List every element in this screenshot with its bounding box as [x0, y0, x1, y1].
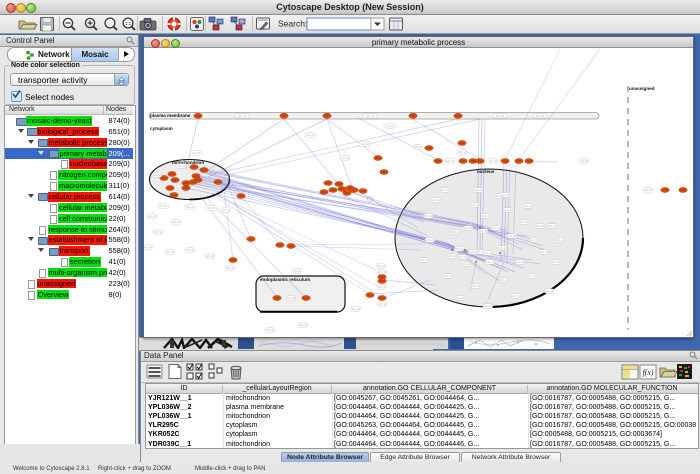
- svg-text:GO-nd: GO-nd: [352, 307, 361, 311]
- svg-text:GO-nd: GO-nd: [580, 159, 589, 163]
- svg-text:GO-nd: GO-nd: [186, 248, 195, 252]
- svg-text:cytoplasm: cytoplasm: [150, 126, 173, 131]
- svg-text:GO-nd: GO-nd: [508, 234, 517, 238]
- svg-text:GO-nd: GO-nd: [424, 214, 433, 218]
- svg-text:GO-nd: GO-nd: [306, 133, 315, 137]
- svg-text:endoplasmic reticulum: endoplasmic reticulum: [260, 277, 310, 282]
- svg-text:GO-nd: GO-nd: [426, 238, 435, 242]
- svg-text:GO-nd: GO-nd: [222, 208, 231, 212]
- svg-text:GO-nd: GO-nd: [159, 204, 168, 208]
- svg-text:GO-nd: GO-nd: [516, 260, 525, 264]
- svg-text:GO-nd: GO-nd: [512, 294, 521, 298]
- svg-text:GO-nd: GO-nd: [536, 114, 545, 118]
- svg-text:GO-nd: GO-nd: [536, 224, 545, 228]
- svg-text:GO-nd: GO-nd: [238, 114, 247, 118]
- svg-text:GO-nd: GO-nd: [378, 302, 387, 306]
- svg-text:GO-nd: GO-nd: [492, 226, 501, 230]
- svg-text:GO-nd: GO-nd: [206, 254, 215, 258]
- svg-text:GO-nd: GO-nd: [266, 328, 275, 332]
- svg-text:GO-nd: GO-nd: [472, 284, 481, 288]
- svg-text:GO-nd: GO-nd: [484, 304, 493, 308]
- svg-text:GO-nd: GO-nd: [459, 255, 468, 259]
- svg-text:GO-nd: GO-nd: [530, 238, 539, 242]
- svg-text:GO-nd: GO-nd: [446, 159, 455, 163]
- svg-text:GO-nd: GO-nd: [476, 250, 485, 254]
- svg-text:GO-nd: GO-nd: [420, 258, 429, 262]
- svg-text:GO-nd: GO-nd: [448, 254, 457, 258]
- svg-text:GO-nd: GO-nd: [154, 230, 163, 234]
- svg-text:GO-nd: GO-nd: [192, 151, 201, 155]
- svg-text:GO-nd: GO-nd: [177, 164, 186, 168]
- svg-text:GO-nd: GO-nd: [378, 285, 387, 289]
- svg-text:GO-nd: GO-nd: [524, 204, 533, 208]
- svg-text:GO-nd: GO-nd: [504, 208, 513, 212]
- svg-text:GO-nd: GO-nd: [520, 220, 529, 224]
- svg-text:GO-nd: GO-nd: [144, 245, 153, 249]
- svg-text:GO-nd: GO-nd: [474, 188, 483, 192]
- svg-text:GO-nd: GO-nd: [484, 251, 493, 255]
- svg-text:f(x): f(x): [642, 368, 653, 377]
- svg-text:GO-nd: GO-nd: [366, 114, 375, 118]
- svg-text:GO-nd: GO-nd: [458, 150, 467, 154]
- svg-text:GO-nd: GO-nd: [377, 264, 386, 268]
- svg-text:GO-nd: GO-nd: [444, 274, 453, 278]
- svg-text:Search:: Search:: [278, 19, 307, 29]
- svg-text:GO-nd: GO-nd: [545, 289, 554, 293]
- svg-text:GO-nd: GO-nd: [341, 156, 350, 160]
- svg-text:GO-nd: GO-nd: [166, 250, 175, 254]
- svg-text:GO-nd: GO-nd: [540, 250, 549, 254]
- svg-text:GO-nd: GO-nd: [455, 247, 464, 251]
- svg-text:1:1: 1:1: [125, 21, 132, 26]
- svg-text:GO-nd-xxr-GO-nd-rd: GO-nd-xxr-GO-nd-rd: [533, 160, 558, 164]
- svg-text:GO-nd: GO-nd: [496, 114, 505, 118]
- svg-text:GO-nd: GO-nd: [464, 226, 473, 230]
- svg-text:GO-nd: GO-nd: [479, 229, 488, 233]
- svg-text:GO-nd: GO-nd: [644, 188, 653, 192]
- svg-text:GO-nd: GO-nd: [462, 262, 471, 266]
- svg-text:GO-nd: GO-nd: [482, 214, 491, 218]
- svg-text:plasma membrane: plasma membrane: [150, 113, 191, 118]
- svg-text:GO-nd: GO-nd: [556, 238, 565, 242]
- svg-text:GO-nd: GO-nd: [148, 214, 157, 218]
- svg-text:GO-nd: GO-nd: [299, 323, 308, 327]
- svg-text:GO-nd: GO-nd: [500, 278, 509, 282]
- svg-text:GO-nd: GO-nd: [432, 198, 441, 202]
- svg-text:GO-nd: GO-nd: [414, 145, 423, 149]
- svg-text:GO-nd: GO-nd: [452, 230, 461, 234]
- svg-text:GO-nd: GO-nd: [207, 206, 216, 210]
- svg-text:GO-nd: GO-nd: [494, 194, 503, 198]
- svg-text:GO-nd: GO-nd: [386, 124, 395, 128]
- svg-text:GO-nd: GO-nd: [186, 205, 195, 209]
- svg-text:unassigned: unassigned: [629, 86, 655, 91]
- svg-text:GO-nd: GO-nd: [361, 142, 370, 146]
- svg-text:GO-nd: GO-nd: [456, 296, 465, 300]
- svg-text:nucleus: nucleus: [477, 169, 495, 174]
- svg-text:GO-nd: GO-nd: [471, 203, 480, 207]
- svg-text:GO-nd: GO-nd: [528, 274, 537, 278]
- svg-text:GO-nd: GO-nd: [489, 159, 498, 163]
- svg-text:GO-nd: GO-nd: [552, 260, 561, 264]
- svg-text:GO-nd: GO-nd: [498, 246, 507, 250]
- svg-text:GO-nd: GO-nd: [441, 188, 450, 192]
- svg-text:GO-nd: GO-nd: [153, 173, 162, 177]
- svg-text:GO-nd: GO-nd: [486, 260, 495, 264]
- svg-text:GO-nd: GO-nd: [226, 266, 235, 270]
- svg-text:GO-nd: GO-nd: [548, 224, 557, 228]
- svg-text:GO-nd: GO-nd: [293, 269, 302, 273]
- svg-text:GO-nd: GO-nd: [378, 270, 387, 274]
- svg-text:GO-nd: GO-nd: [287, 296, 296, 300]
- svg-text:GO-nd: GO-nd: [172, 220, 181, 224]
